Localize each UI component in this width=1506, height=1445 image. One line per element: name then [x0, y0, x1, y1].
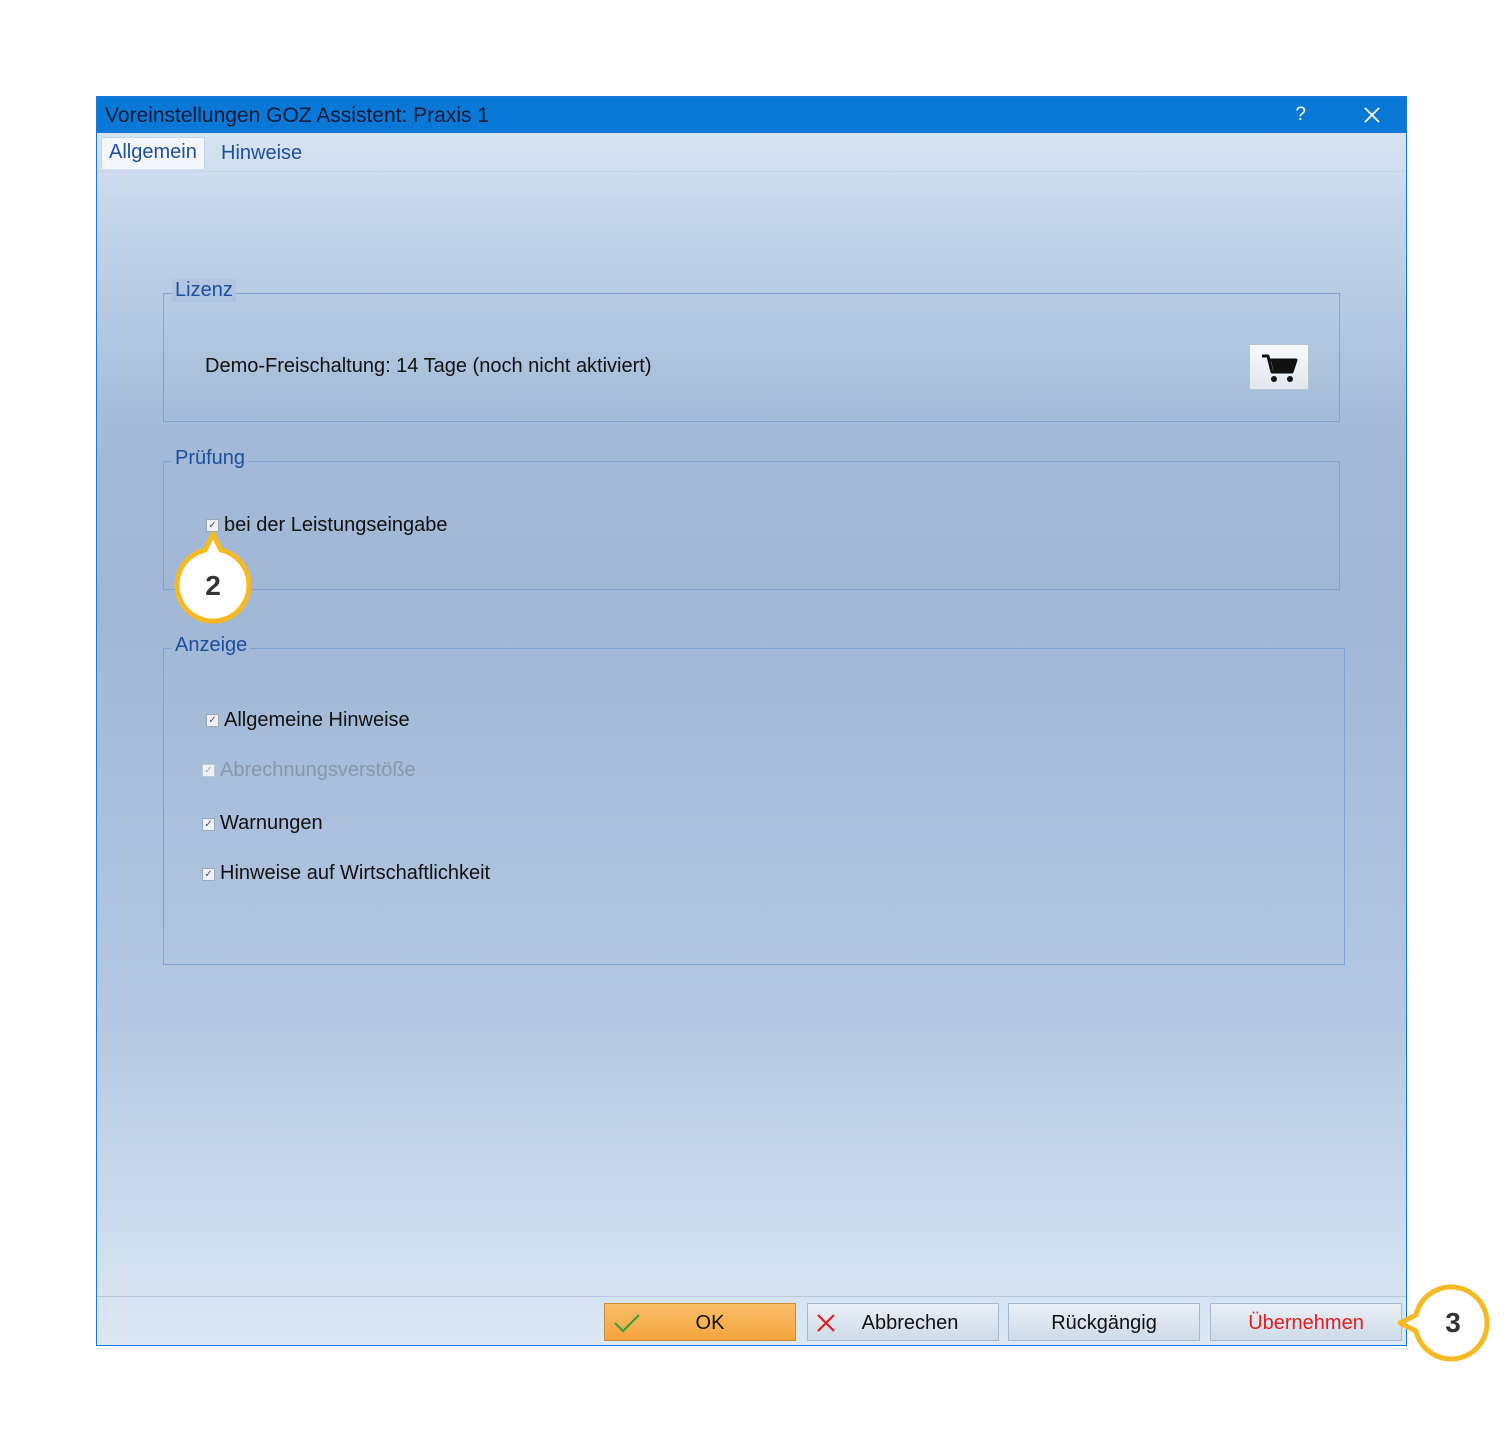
- cancel-button[interactable]: Abbrechen: [807, 1303, 999, 1341]
- group-anzeige-legend: Anzeige: [172, 634, 251, 657]
- checkbox-wirtschaftlichkeit[interactable]: ✓: [202, 868, 215, 881]
- tab-allgemein[interactable]: Allgemein: [101, 137, 205, 169]
- ok-button-label: OK: [695, 1312, 725, 1334]
- ok-button[interactable]: OK: [604, 1303, 796, 1341]
- label-wirtschaftlichkeit: Hinweise auf Wirtschaftlichkeit: [220, 862, 491, 884]
- cancel-button-label: Abbrechen: [861, 1312, 959, 1334]
- license-status-text: Demo-Freischaltung: 14 Tage (noch nicht …: [205, 355, 652, 377]
- shopping-cart-icon: [1262, 354, 1298, 382]
- help-button[interactable]: ?: [1295, 104, 1306, 126]
- settings-dialog: Voreinstellungen GOZ Assistent: Praxis 1…: [96, 96, 1407, 1346]
- undo-button-label: Rückgängig: [1051, 1312, 1157, 1334]
- title-bar: Voreinstellungen GOZ Assistent: Praxis 1…: [97, 97, 1406, 133]
- undo-button[interactable]: Rückgängig: [1008, 1303, 1200, 1341]
- callout-2-number: 2: [205, 570, 221, 601]
- footer-divider: [97, 1296, 1406, 1297]
- dialog-title: Voreinstellungen GOZ Assistent: Praxis 1: [105, 104, 490, 127]
- group-lizenz-legend: Lizenz: [172, 279, 236, 302]
- apply-button[interactable]: Übernehmen: [1210, 1303, 1402, 1341]
- tab-hinweise[interactable]: Hinweise: [214, 139, 309, 171]
- apply-button-label: Übernehmen: [1248, 1312, 1364, 1334]
- callout-3-number: 3: [1445, 1307, 1461, 1338]
- group-pruefung-legend: Prüfung: [172, 447, 249, 470]
- checkbox-abrechnungsverstoesse: ✓: [202, 764, 215, 777]
- checkbox-allgemeine-hinweise[interactable]: ✓: [206, 714, 219, 727]
- group-anzeige: Anzeige: [163, 634, 1345, 965]
- tab-strip: Allgemein Hinweise: [97, 133, 1406, 172]
- label-allgemeine-hinweise: Allgemeine Hinweise: [224, 709, 410, 731]
- close-icon[interactable]: [1362, 105, 1382, 125]
- label-abrechnungsverstoesse: Abrechnungsverstöße: [220, 759, 416, 781]
- checkbox-warnungen[interactable]: ✓: [202, 818, 215, 831]
- shop-button[interactable]: [1249, 344, 1309, 390]
- label-leistungseingabe: bei der Leistungseingabe: [224, 514, 448, 536]
- label-warnungen: Warnungen: [220, 812, 323, 834]
